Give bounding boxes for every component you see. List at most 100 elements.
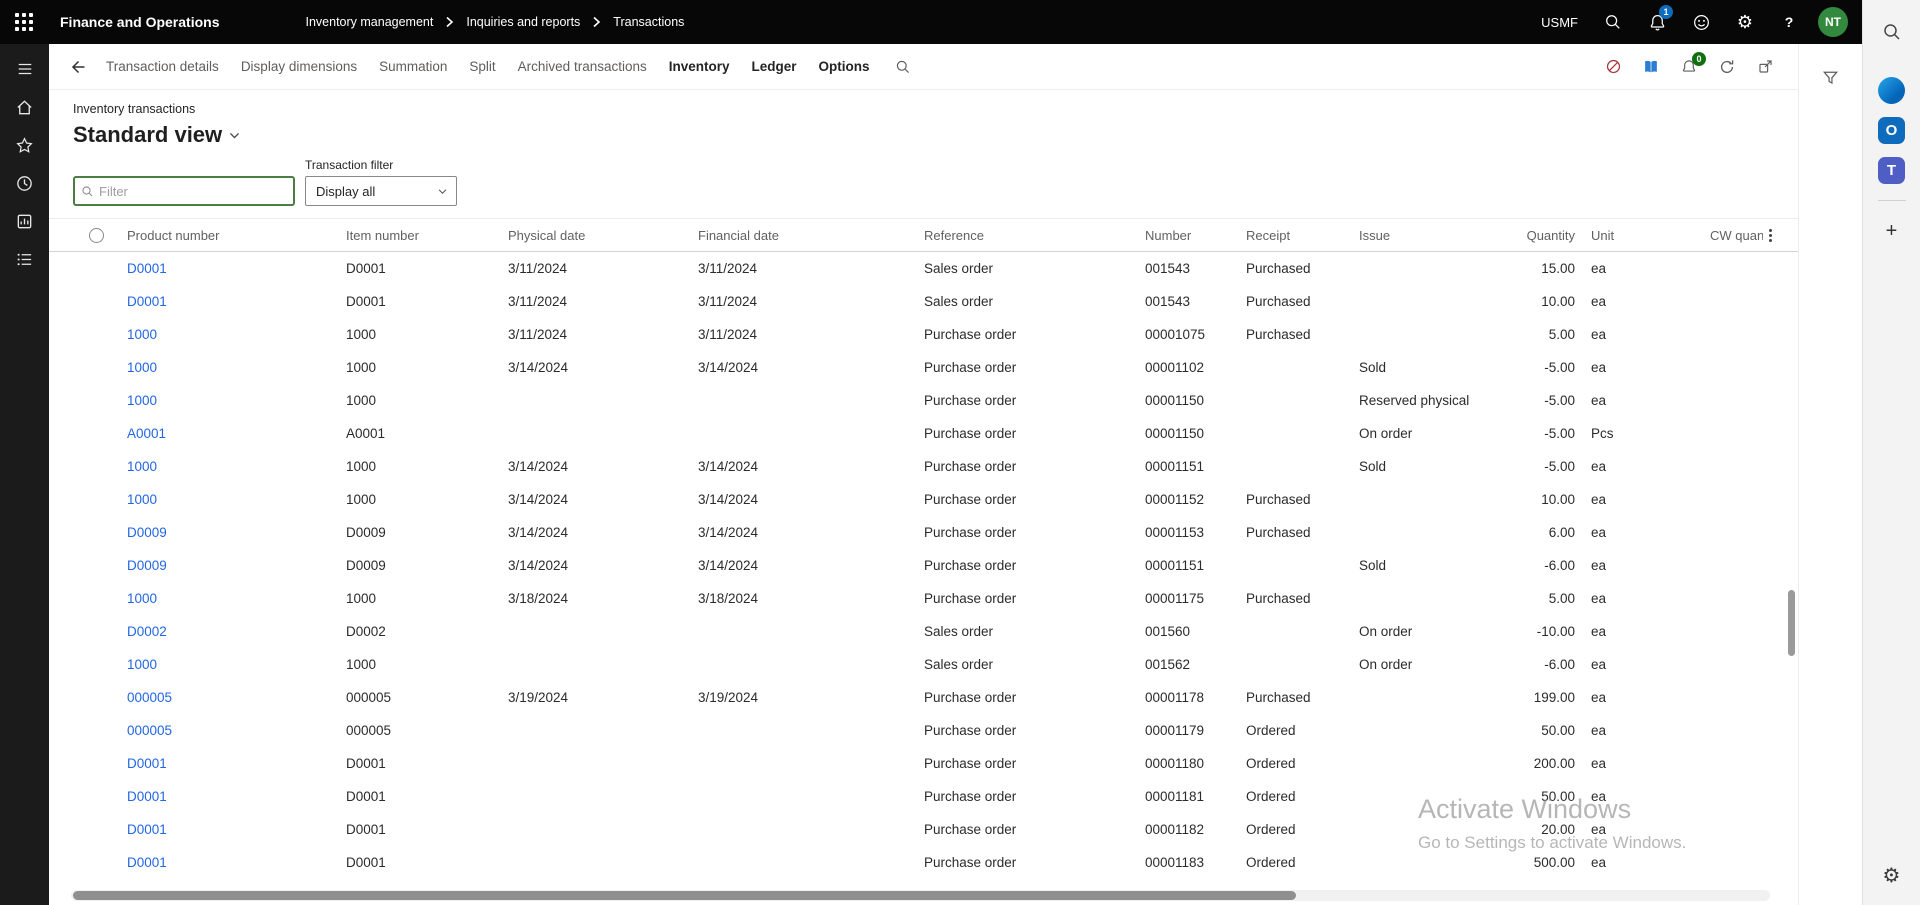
- table-row[interactable]: D0001D0001Purchase order00001180Ordered2…: [49, 747, 1798, 780]
- product-number-link[interactable]: 1000: [127, 327, 157, 342]
- product-number-link[interactable]: 1000: [127, 591, 157, 606]
- sidebar-add-button[interactable]: +: [1872, 211, 1912, 251]
- product-number-link[interactable]: 1000: [127, 459, 157, 474]
- column-header-cw-quantity[interactable]: CW quantity: [1710, 228, 1763, 243]
- column-header-reference[interactable]: Reference: [916, 228, 1137, 243]
- table-row[interactable]: D0002D0002Sales order001560On order-10.0…: [49, 615, 1798, 648]
- table-row[interactable]: 10001000Purchase order00001150Reserved p…: [49, 384, 1798, 417]
- feedback-button[interactable]: [1680, 0, 1722, 44]
- breadcrumb-item-inquiries-and-reports[interactable]: Inquiries and reports: [466, 15, 580, 29]
- product-number-link[interactable]: 1000: [127, 492, 157, 507]
- column-options-icon[interactable]: [1763, 229, 1778, 242]
- column-header-number[interactable]: Number: [1137, 228, 1238, 243]
- messages-button[interactable]: 0: [1674, 52, 1704, 82]
- table-row[interactable]: D0001D0001Purchase order00001181Ordered5…: [49, 780, 1798, 813]
- task-guide-button[interactable]: [1636, 52, 1666, 82]
- close-form-button[interactable]: [1598, 52, 1628, 82]
- search-button[interactable]: [1592, 0, 1634, 44]
- page-title: Standard view: [73, 122, 222, 148]
- view-selector[interactable]: Standard view: [73, 122, 1774, 148]
- table-row[interactable]: 100010003/14/20243/14/2024Purchase order…: [49, 351, 1798, 384]
- product-number-link[interactable]: A0001: [127, 426, 166, 441]
- open-filter-pane-button[interactable]: [1814, 60, 1848, 94]
- filter-input[interactable]: [99, 184, 287, 199]
- table-row[interactable]: A0001A0001Purchase order00001150On order…: [49, 417, 1798, 450]
- table-row[interactable]: 000005000005Purchase order00001179Ordere…: [49, 714, 1798, 747]
- sidebar-m365-button[interactable]: [1872, 70, 1912, 110]
- product-number-link[interactable]: D0001: [127, 855, 167, 870]
- table-row[interactable]: D0001D00013/11/20243/11/2024Sales order0…: [49, 252, 1798, 285]
- product-number-link[interactable]: 000005: [127, 723, 172, 738]
- table-row[interactable]: D0001D0001Purchase order00001183Ordered5…: [49, 846, 1798, 879]
- sidebar-search-button[interactable]: [1872, 12, 1912, 52]
- cell-unit: ea: [1583, 294, 1710, 309]
- table-row[interactable]: D0009D00093/14/20243/14/2024Purchase ord…: [49, 549, 1798, 582]
- table-row[interactable]: 100010003/14/20243/14/2024Purchase order…: [49, 483, 1798, 516]
- column-header-issue[interactable]: Issue: [1351, 228, 1481, 243]
- table-row[interactable]: D0001D0001Purchase order00001182Ordered2…: [49, 813, 1798, 846]
- column-header-unit[interactable]: Unit: [1583, 228, 1710, 243]
- nav-modules-button[interactable]: [0, 240, 49, 278]
- back-button[interactable]: [61, 50, 95, 84]
- sidebar-settings-button[interactable]: ⚙: [1872, 855, 1912, 895]
- nav-recent-button[interactable]: [0, 164, 49, 202]
- account-button[interactable]: NT: [1812, 0, 1854, 44]
- nav-workspaces-button[interactable]: [0, 202, 49, 240]
- help-button[interactable]: ?: [1768, 0, 1810, 44]
- product-number-link[interactable]: 1000: [127, 393, 157, 408]
- product-number-link[interactable]: D0001: [127, 789, 167, 804]
- menu-split[interactable]: Split: [458, 59, 506, 74]
- product-number-link[interactable]: 1000: [127, 360, 157, 375]
- breadcrumb-item-transactions[interactable]: Transactions: [613, 15, 684, 29]
- sidebar-teams-button[interactable]: T: [1872, 150, 1912, 190]
- column-header-item-number[interactable]: Item number: [338, 228, 500, 243]
- app-title[interactable]: Finance and Operations: [60, 14, 219, 30]
- column-header-receipt[interactable]: Receipt: [1238, 228, 1351, 243]
- notifications-button[interactable]: 1: [1636, 0, 1678, 44]
- message-count-badge: 0: [1692, 52, 1706, 66]
- menu-display-dimensions[interactable]: Display dimensions: [230, 59, 368, 74]
- menu-archived-transactions[interactable]: Archived transactions: [507, 59, 658, 74]
- table-row[interactable]: D0001D00013/11/20243/11/2024Sales order0…: [49, 285, 1798, 318]
- expand-navigation-button[interactable]: [0, 50, 49, 88]
- table-row[interactable]: 0000050000053/19/20243/19/2024Purchase o…: [49, 681, 1798, 714]
- menu-summation[interactable]: Summation: [368, 59, 458, 74]
- app-launcher-button[interactable]: [0, 0, 48, 44]
- open-in-new-window-button[interactable]: [1750, 52, 1780, 82]
- table-row[interactable]: 100010003/14/20243/14/2024Purchase order…: [49, 450, 1798, 483]
- column-header-product-number[interactable]: Product number: [119, 228, 338, 243]
- refresh-button[interactable]: [1712, 52, 1742, 82]
- horizontal-scrollbar-thumb[interactable]: [73, 891, 1296, 900]
- company-picker[interactable]: USMF: [1529, 0, 1590, 44]
- column-header-physical-date[interactable]: Physical date: [500, 228, 690, 243]
- product-number-link[interactable]: D0009: [127, 525, 167, 540]
- sidebar-outlook-button[interactable]: O: [1872, 110, 1912, 150]
- product-number-link[interactable]: D0002: [127, 624, 167, 639]
- action-pane-search-button[interactable]: [887, 51, 919, 83]
- menu-transaction-details[interactable]: Transaction details: [95, 59, 230, 74]
- product-number-link[interactable]: 1000: [127, 657, 157, 672]
- transaction-filter-dropdown[interactable]: Display all: [305, 176, 457, 206]
- product-number-link[interactable]: D0001: [127, 756, 167, 771]
- column-header-financial-date[interactable]: Financial date: [690, 228, 916, 243]
- product-number-link[interactable]: 000005: [127, 690, 172, 705]
- product-number-link[interactable]: D0009: [127, 558, 167, 573]
- vertical-scrollbar[interactable]: [1788, 590, 1795, 656]
- tab-ledger[interactable]: Ledger: [741, 59, 808, 74]
- horizontal-scrollbar[interactable]: [71, 890, 1770, 901]
- table-row[interactable]: 100010003/18/20243/18/2024Purchase order…: [49, 582, 1798, 615]
- tab-options[interactable]: Options: [808, 59, 881, 74]
- product-number-link[interactable]: D0001: [127, 822, 167, 837]
- column-header-quantity[interactable]: Quantity: [1481, 228, 1583, 243]
- product-number-link[interactable]: D0001: [127, 294, 167, 309]
- product-number-link[interactable]: D0001: [127, 261, 167, 276]
- table-row[interactable]: 100010003/11/20243/11/2024Purchase order…: [49, 318, 1798, 351]
- table-row[interactable]: D0009D00093/14/20243/14/2024Purchase ord…: [49, 516, 1798, 549]
- tab-inventory[interactable]: Inventory: [658, 59, 741, 74]
- table-row[interactable]: 10001000Sales order001562On order-6.00ea: [49, 648, 1798, 681]
- nav-favorites-button[interactable]: [0, 126, 49, 164]
- breadcrumb-item-inventory-management[interactable]: Inventory management: [305, 15, 433, 29]
- select-all-radio[interactable]: [89, 228, 104, 243]
- nav-home-button[interactable]: [0, 88, 49, 126]
- settings-button[interactable]: ⚙: [1724, 0, 1766, 44]
